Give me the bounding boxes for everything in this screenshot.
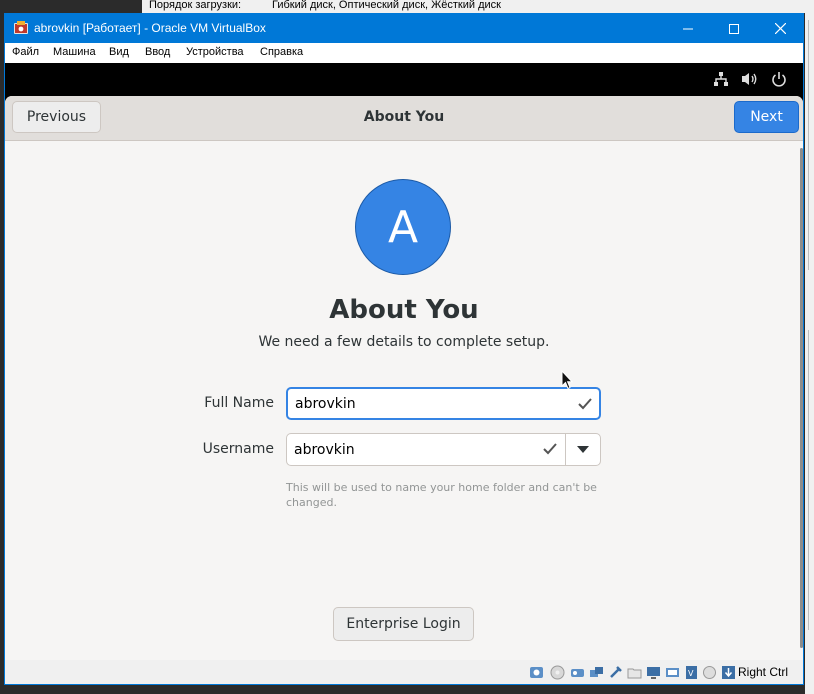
virtualbox-app-icon [14, 21, 28, 34]
recording-icon[interactable] [665, 665, 680, 680]
close-button[interactable] [757, 14, 803, 43]
keyboard-capture-icon[interactable] [721, 665, 736, 680]
power-icon[interactable] [770, 71, 788, 87]
full-name-input[interactable] [295, 389, 545, 418]
avatar[interactable]: A [355, 179, 451, 275]
maximize-icon [729, 23, 739, 34]
boot-order-label: Порядок загрузки: [149, 0, 242, 11]
chevron-down-icon [577, 446, 589, 453]
scrollbar[interactable] [800, 148, 803, 648]
full-name-check-icon [578, 398, 592, 410]
username-hint: This will be used to name your home fold… [286, 481, 597, 509]
menu-view[interactable]: Вид [109, 46, 129, 58]
background-window: Порядок загрузки: Гибкий диск, Оптически… [142, 0, 814, 13]
shared-folders-icon[interactable] [627, 665, 642, 680]
vm-display[interactable]: Previous About You Next A About You We n… [5, 63, 803, 660]
hard-disk-icon[interactable] [529, 665, 544, 680]
avatar-letter: A [387, 201, 419, 253]
network-icon[interactable] [712, 71, 730, 87]
header-bar: Previous About You Next [5, 96, 803, 141]
page-title: About You [329, 295, 479, 325]
minimize-icon [683, 28, 693, 29]
full-name-field[interactable] [286, 387, 601, 420]
virtualbox-window: abrovkin [Работает] - Oracle VM VirtualB… [4, 13, 804, 685]
menu-help[interactable]: Справка [260, 46, 303, 58]
maximize-button[interactable] [711, 14, 757, 43]
usb-icon[interactable] [608, 665, 623, 680]
mouse-cursor-icon [561, 370, 573, 390]
mouse-integration-icon[interactable] [702, 665, 717, 680]
initial-setup-window: Previous About You Next A About You We n… [5, 96, 803, 660]
page-subtitle: We need a few details to complete setup. [258, 334, 550, 350]
menu-bar: Файл Машина Вид Ввод Устройства Справка [5, 43, 803, 63]
host-key-label: Right Ctrl [738, 665, 789, 679]
username-combo[interactable] [286, 433, 601, 466]
full-name-label: Full Name [204, 395, 274, 411]
username-dropdown-button[interactable] [566, 434, 600, 465]
close-icon [774, 23, 786, 34]
next-button[interactable]: Next [734, 101, 799, 133]
background-window-edge [805, 0, 814, 694]
menu-devices[interactable]: Устройства [186, 46, 244, 58]
menu-input[interactable]: Ввод [145, 46, 170, 58]
menu-machine[interactable]: Машина [53, 46, 96, 58]
network-adapter-icon[interactable] [589, 665, 604, 680]
header-title: About You [363, 109, 445, 125]
username-check-icon [543, 443, 557, 455]
title-bar: abrovkin [Работает] - Oracle VM VirtualB… [5, 14, 803, 43]
status-bar: V Right Ctrl [5, 660, 803, 684]
boot-order-value: Гибкий диск, Оптический диск, Жёсткий ди… [272, 0, 501, 11]
menu-file[interactable]: Файл [12, 46, 39, 58]
display-icon[interactable] [646, 665, 661, 680]
minimize-button[interactable] [665, 14, 711, 43]
window-title: abrovkin [Работает] - Oracle VM VirtualB… [34, 21, 266, 35]
optical-disk-icon[interactable] [550, 665, 565, 680]
username-label: Username [202, 441, 274, 457]
username-input[interactable] [294, 434, 544, 465]
enterprise-login-button[interactable]: Enterprise Login [333, 607, 474, 641]
virtualization-icon[interactable]: V [684, 665, 699, 680]
volume-icon[interactable] [741, 71, 759, 87]
svg-text:V: V [688, 669, 694, 678]
audio-icon[interactable] [570, 665, 585, 680]
